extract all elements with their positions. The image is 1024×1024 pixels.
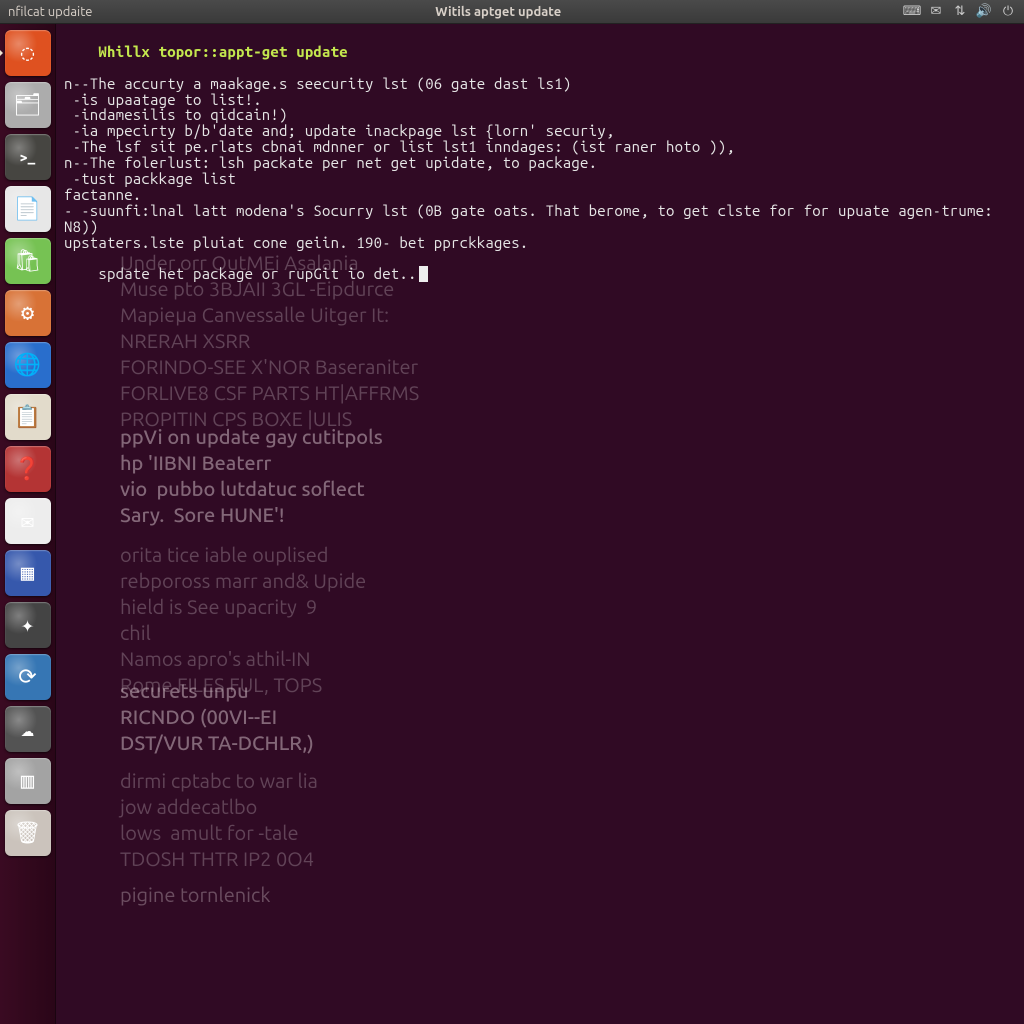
terminal-output-line: upstaters.lste pluiat cone geiin. 190- b… bbox=[64, 235, 1016, 251]
ghost-text-block-6: pigine tornlenick bbox=[120, 882, 270, 908]
top-panel: nfilcat updaite Witils aptget update ⌨ ✉… bbox=[0, 0, 1024, 24]
weather-icon[interactable]: ☁ bbox=[5, 706, 51, 752]
network-indicator-icon[interactable]: ⇅ bbox=[952, 4, 968, 20]
help-icon[interactable]: ❓ bbox=[5, 446, 51, 492]
panel-indicators: ⌨ ✉ ⇅ 🔊 ⏻ bbox=[904, 4, 1016, 20]
mail-indicator-icon[interactable]: ✉ bbox=[928, 4, 944, 20]
document-icon[interactable]: 📋 bbox=[5, 394, 51, 440]
terminal-output-line: - -suunfi:lnal latt modena's Socurry lst… bbox=[64, 203, 1016, 235]
browser-icon[interactable]: 🌐 bbox=[5, 342, 51, 388]
ghost-text-block-4: securets unpu RICNDO (00VI--EI DST/VUR T… bbox=[120, 678, 314, 756]
terminal-current-text: spdate het package or rupGit io det.. bbox=[98, 265, 416, 282]
updater-icon[interactable]: ⟳ bbox=[5, 654, 51, 700]
terminal-viewport[interactable]: Under orr OutMEi Asalania Muse pto 3BJAI… bbox=[56, 24, 1024, 1024]
settings-icon[interactable]: ⚙ bbox=[5, 290, 51, 336]
app1-icon[interactable]: ▦ bbox=[5, 550, 51, 596]
terminal-cursor bbox=[419, 266, 428, 282]
terminal-output-line: -is upaatage to list!. bbox=[64, 92, 1016, 108]
terminal-output-line: -ia mpecirty b/b'date and; update inackp… bbox=[64, 123, 1016, 139]
terminal-output-line: -tust packkage list bbox=[64, 171, 1016, 187]
ghost-text-block-2: ppVi on update gay cutitpols hp 'IIBNI B… bbox=[120, 424, 383, 528]
terminal-current-line: spdate het package or rupGit io det.. bbox=[64, 250, 1016, 298]
ghost-text-block-5: dirmi cptabc to war lia jow addecatlbo l… bbox=[120, 768, 318, 872]
keyboard-indicator-icon[interactable]: ⌨ bbox=[904, 4, 920, 20]
dash-home-icon[interactable]: ◌ bbox=[5, 30, 51, 76]
app3-icon[interactable]: ▥ bbox=[5, 758, 51, 804]
window-title: Witils aptget update bbox=[92, 5, 904, 19]
terminal-prompt-line: Whillx topor::appt-get update bbox=[64, 28, 1016, 76]
terminal-command: appt-get update bbox=[219, 43, 348, 60]
terminal-output-line: -indamesilis to qidcain!) bbox=[64, 107, 1016, 123]
ghost-text-block-3: orita tice iable ouplised rebpoross marr… bbox=[120, 542, 366, 698]
software-center-icon[interactable]: 🛍 bbox=[5, 238, 51, 284]
terminal-output-line: factanne. bbox=[64, 187, 1016, 203]
app2-icon[interactable]: ✦ bbox=[5, 602, 51, 648]
text-editor-icon[interactable]: 📄 bbox=[5, 186, 51, 232]
terminal-output-line: -The lsf sit pe.rlats cbnai mdnner or li… bbox=[64, 139, 1016, 155]
trash-icon[interactable]: 🗑 bbox=[5, 810, 51, 856]
mail-icon[interactable]: ✉ bbox=[5, 498, 51, 544]
terminal-output-line: n--The accurty a maakage.s seecurity lst… bbox=[64, 76, 1016, 92]
terminal-prompt: Whillx topor:: bbox=[98, 43, 218, 60]
panel-left-title: nfilcat updaite bbox=[8, 5, 92, 19]
unity-launcher: ◌ 🗂 >_ 📄 🛍 ⚙ 🌐 📋 ❓ ✉ ▦ ✦ ⟳ ☁ ▥ 🗑 bbox=[0, 24, 56, 1024]
terminal-icon[interactable]: >_ bbox=[5, 134, 51, 180]
power-indicator-icon[interactable]: ⏻ bbox=[1000, 4, 1016, 20]
terminal-output-line: n--The folerlust: lsh packate per net ge… bbox=[64, 155, 1016, 171]
files-icon[interactable]: 🗂 bbox=[5, 82, 51, 128]
sound-indicator-icon[interactable]: 🔊 bbox=[976, 4, 992, 20]
